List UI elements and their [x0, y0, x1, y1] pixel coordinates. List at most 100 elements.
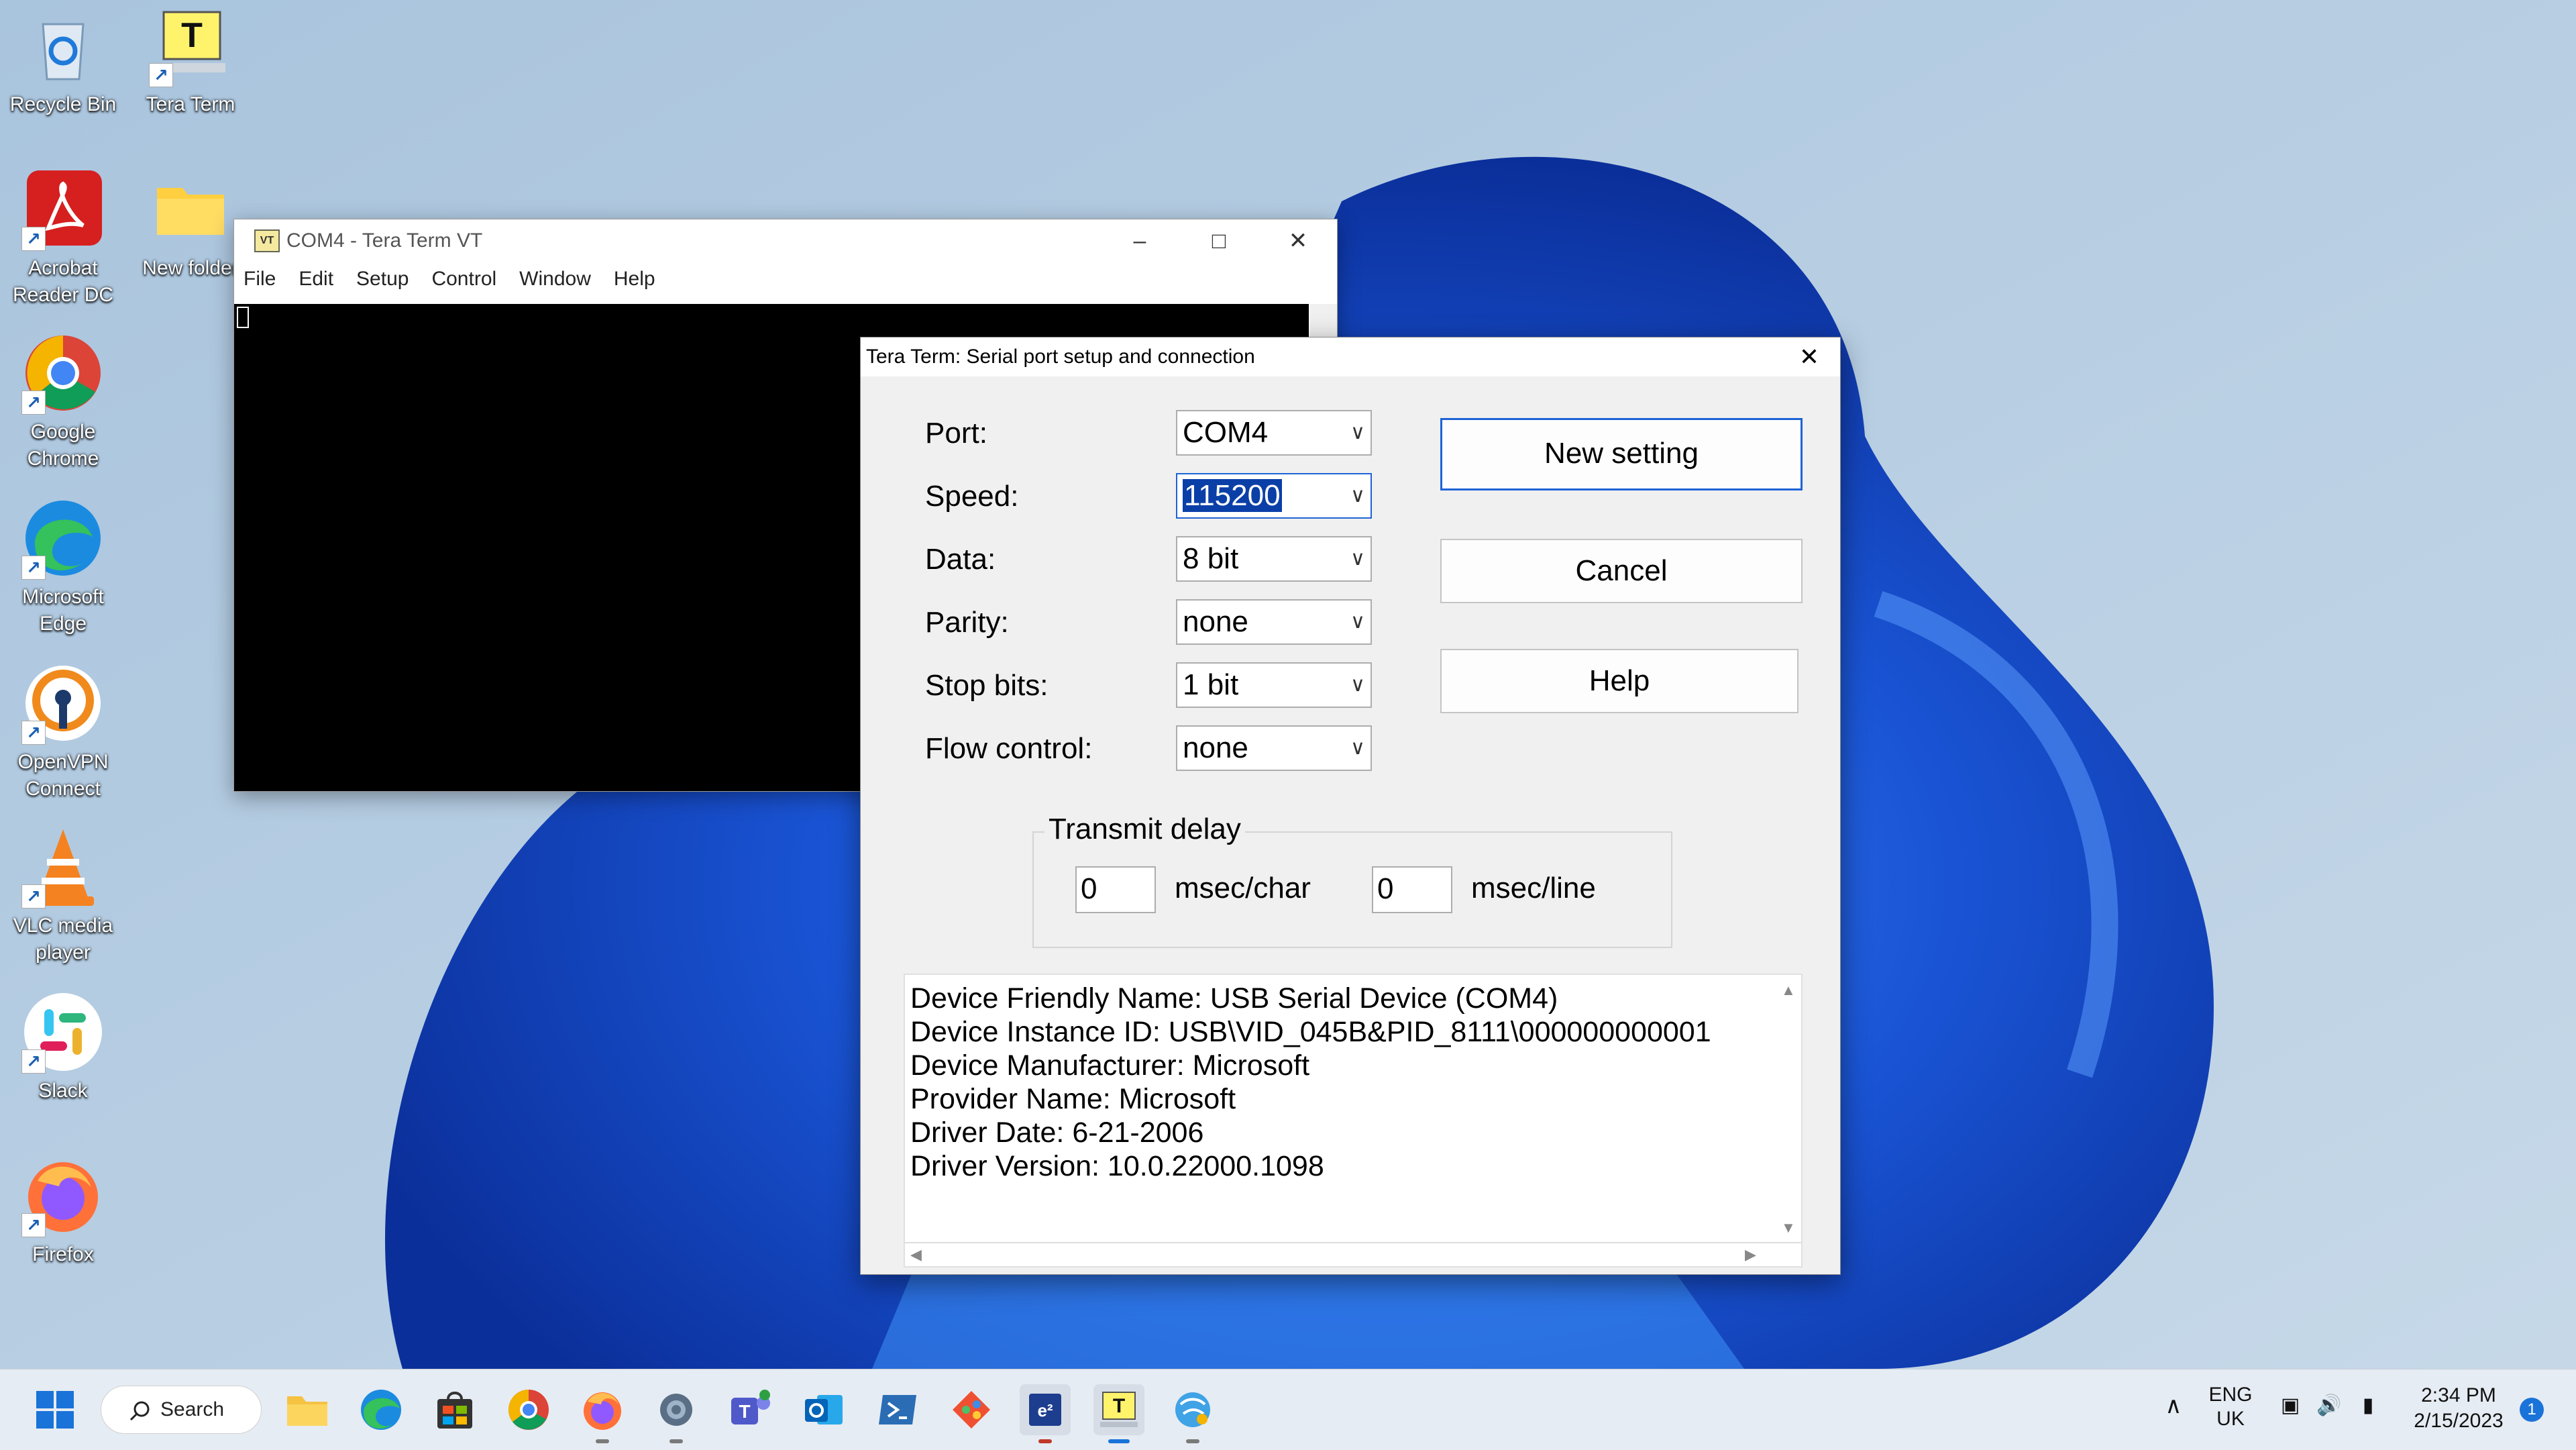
- tera-term-icon: T ↗: [149, 4, 232, 87]
- outlook-icon[interactable]: [798, 1384, 849, 1435]
- powershell-icon[interactable]: [872, 1384, 923, 1435]
- minimize-button[interactable]: –: [1101, 219, 1179, 262]
- e2-studio-icon[interactable]: e²: [1020, 1384, 1071, 1443]
- shortcut-arrow-icon: ↗: [21, 1049, 46, 1074]
- show-hidden-icons-chevron-up-icon[interactable]: ∧: [2160, 1392, 2187, 1419]
- openvpn-icon: ↗: [21, 662, 105, 745]
- edge-icon: ↗: [21, 497, 105, 580]
- language-indicator[interactable]: ENG UK: [2207, 1383, 2254, 1431]
- running-indicator: [596, 1439, 609, 1443]
- clock[interactable]: 2:34 PM 2/15/2023: [2402, 1383, 2516, 1434]
- menu-help[interactable]: Help: [614, 268, 655, 291]
- device-info-box[interactable]: Device Friendly Name: USB Serial Device …: [904, 974, 1803, 1267]
- data-select[interactable]: 8 bit ∨: [1176, 536, 1372, 582]
- info-line: Driver Date: 6-21-2006: [910, 1117, 1204, 1149]
- new-setting-button[interactable]: New setting: [1440, 418, 1803, 490]
- acrobat-icon: ↗: [21, 168, 105, 251]
- info-vertical-scrollbar[interactable]: ▲ ▼: [1774, 975, 1801, 1243]
- stop-bits-label: Stop bits:: [925, 669, 1049, 702]
- desktop-icon-recycle-bin[interactable]: Recycle Bin: [0, 4, 130, 118]
- store-icon[interactable]: [429, 1384, 480, 1435]
- desktop-icon-firefox[interactable]: ↗ Firefox: [0, 1154, 130, 1268]
- desktop-icon-acrobat[interactable]: ↗ Acrobat Reader DC: [0, 168, 130, 309]
- language-code: ENG: [2208, 1384, 2253, 1406]
- network-app-icon[interactable]: [1167, 1384, 1218, 1443]
- terminal-scrollbar[interactable]: [1310, 304, 1337, 338]
- info-line: Driver Version: 10.0.22000.1098: [910, 1150, 1324, 1182]
- port-select[interactable]: COM4 ∨: [1176, 410, 1372, 456]
- data-label: Data:: [925, 543, 996, 576]
- chevron-down-icon: ∨: [1350, 421, 1365, 444]
- info-horizontal-scrollbar[interactable]: ◀ ▶: [905, 1242, 1801, 1266]
- scroll-down-icon[interactable]: ▼: [1781, 1219, 1796, 1237]
- stop-bits-select[interactable]: 1 bit ∨: [1176, 662, 1372, 708]
- menu-file[interactable]: File: [244, 268, 276, 291]
- chevron-down-icon: ∨: [1350, 548, 1365, 570]
- running-indicator: [1186, 1439, 1199, 1443]
- desktop-icon-chrome[interactable]: ↗ Google Chrome: [0, 331, 130, 472]
- flow-control-select[interactable]: none ∨: [1176, 725, 1372, 771]
- msec-line-input[interactable]: 0: [1372, 866, 1452, 913]
- firefox-taskbar-icon[interactable]: [577, 1384, 628, 1443]
- volume-icon[interactable]: 🔊: [2316, 1394, 2343, 1417]
- scroll-up-icon[interactable]: ▲: [1781, 982, 1796, 999]
- parity-select[interactable]: none ∨: [1176, 599, 1372, 645]
- menu-edit[interactable]: Edit: [299, 268, 333, 291]
- speed-select[interactable]: 115200 ∨: [1176, 473, 1372, 519]
- close-button[interactable]: ✕: [1259, 219, 1337, 262]
- serial-setup-dialog[interactable]: Tera Term: Serial port setup and connect…: [860, 337, 1841, 1275]
- terminal-cursor: [237, 307, 249, 328]
- taskbar-search[interactable]: Search: [101, 1386, 262, 1434]
- desktop-icon-tera-term[interactable]: T ↗ Tera Term: [123, 4, 258, 118]
- start-button[interactable]: [30, 1384, 80, 1435]
- flow-control-label: Flow control:: [925, 732, 1093, 765]
- chevron-down-icon: ∨: [1350, 737, 1365, 759]
- scroll-left-icon[interactable]: ◀: [910, 1246, 922, 1263]
- desktop-icon-vlc[interactable]: ↗ VLC media player: [0, 825, 130, 966]
- chevron-down-icon: ∨: [1350, 611, 1365, 633]
- parity-label: Parity:: [925, 606, 1009, 639]
- display-icon[interactable]: ▣: [2277, 1394, 2304, 1417]
- scroll-right-icon[interactable]: ▶: [1745, 1246, 1756, 1263]
- notification-badge[interactable]: 1: [2520, 1398, 2544, 1422]
- recycle-bin-icon: [21, 4, 105, 87]
- desktop-icon-slack[interactable]: ↗ Slack: [0, 990, 130, 1104]
- clock-time: 2:34 PM: [2421, 1384, 2496, 1406]
- cancel-button[interactable]: Cancel: [1440, 539, 1803, 603]
- shortcut-arrow-icon: ↗: [21, 721, 46, 745]
- shortcut-arrow-icon: ↗: [21, 227, 46, 251]
- slack-icon: ↗: [21, 990, 105, 1074]
- git-app-icon[interactable]: [946, 1384, 997, 1435]
- search-icon: [129, 1401, 150, 1421]
- maximize-button[interactable]: □: [1180, 219, 1258, 262]
- chrome-taskbar-icon[interactable]: [503, 1384, 554, 1435]
- speed-value: 115200: [1183, 479, 1282, 512]
- dialog-close-button[interactable]: ✕: [1782, 338, 1836, 376]
- help-button[interactable]: Help: [1440, 649, 1799, 713]
- msec-char-input[interactable]: 0: [1075, 866, 1156, 913]
- active-indicator: [1108, 1439, 1130, 1443]
- menu-setup[interactable]: Setup: [356, 268, 409, 291]
- edge-taskbar-icon[interactable]: [356, 1384, 407, 1435]
- file-explorer-icon[interactable]: [282, 1384, 333, 1435]
- svg-text:T: T: [1113, 1395, 1125, 1417]
- teams-icon[interactable]: T: [724, 1384, 775, 1435]
- info-line: Device Manufacturer: Microsoft: [910, 1049, 1310, 1082]
- stop-bits-value: 1 bit: [1183, 668, 1239, 701]
- menu-window[interactable]: Window: [519, 268, 591, 291]
- svg-text:e²: e²: [1037, 1400, 1053, 1420]
- tera-term-taskbar-icon[interactable]: T: [1093, 1384, 1144, 1443]
- svg-text:T: T: [739, 1401, 750, 1422]
- settings-icon[interactable]: [651, 1384, 702, 1443]
- shortcut-arrow-icon: ↗: [21, 391, 46, 415]
- msec-line-unit: msec/line: [1471, 872, 1596, 904]
- desktop-icon-openvpn[interactable]: ↗ OpenVPN Connect: [0, 662, 130, 802]
- firefox-icon: ↗: [21, 1154, 105, 1237]
- desktop-icon-edge[interactable]: ↗ Microsoft Edge: [0, 497, 130, 637]
- battery-icon[interactable]: ▮: [2355, 1394, 2381, 1417]
- search-label: Search: [160, 1398, 225, 1420]
- transmit-delay-group: Transmit delay 0 msec/char 0 msec/line: [1032, 813, 1672, 948]
- menu-control[interactable]: Control: [431, 268, 496, 291]
- dialog-titlebar[interactable]: Tera Term: Serial port setup and connect…: [861, 338, 1840, 376]
- transmit-delay-label: Transmit delay: [1044, 813, 1245, 846]
